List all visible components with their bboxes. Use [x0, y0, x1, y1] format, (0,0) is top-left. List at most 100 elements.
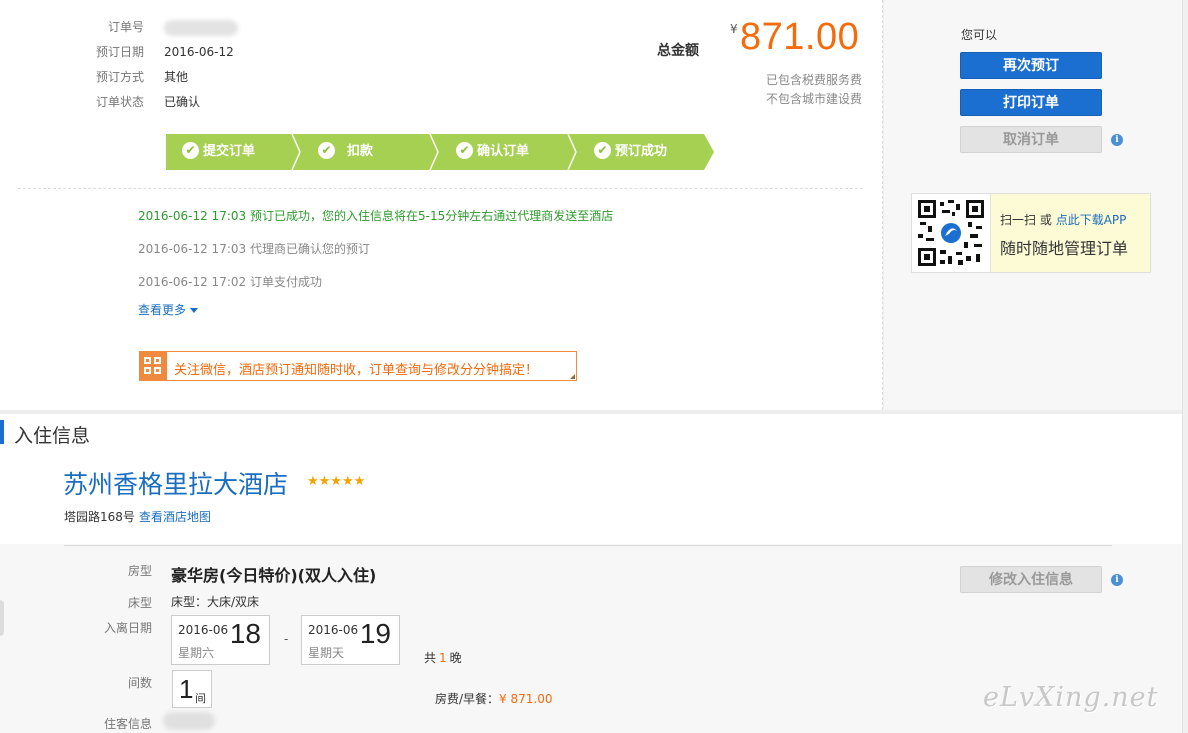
progress-step-submit: ✔ 提交订单 — [166, 134, 296, 170]
wechat-follow-text: 关注微信，酒店预订通知随时收，订单查询与修改分分钟搞定！ — [174, 363, 539, 378]
wechat-qr-icon — [140, 352, 167, 380]
divider — [18, 188, 863, 189]
hotel-address: 塔园路168号 查看酒店地图 — [64, 508, 211, 525]
log-text: 代理商已确认您的预订 — [250, 242, 371, 256]
stay-dates-label: 入离日期 — [103, 621, 152, 635]
rooms-unit: 间 — [195, 692, 206, 705]
city-fee-note: 不包含城市建设费 — [765, 92, 862, 106]
total-amount-label: 总金额 — [657, 43, 699, 59]
view-map-link[interactable]: 查看酒店地图 — [139, 510, 211, 524]
wechat-follow-banner[interactable]: 关注微信，酒店预订通知随时收，订单查询与修改分分钟搞定！ — [139, 351, 577, 381]
room-fee: 房费/早餐：¥ 871.00 — [435, 690, 553, 707]
nights-suffix: 晚 — [449, 651, 462, 665]
cancel-order-button[interactable]: 取消订单 — [960, 126, 1102, 153]
or-text: 或 — [1039, 213, 1052, 227]
check-icon: ✔ — [456, 142, 473, 159]
order-progress-bar: ✔ 提交订单 ✔ 扣款 ✔ 确认订单 ✔ 预订成功 — [166, 134, 714, 170]
app-download-promo: 扫一扫 或 点此下载APP 随时随地管理订单 — [911, 193, 1151, 273]
booking-date-value: 2016-06-12 — [164, 45, 234, 59]
order-status-value: 已确认 — [164, 95, 201, 109]
download-app-link[interactable]: 点此下载APP — [1056, 213, 1127, 227]
modify-checkin-button[interactable]: 修改入住信息 — [960, 566, 1102, 593]
divider — [64, 545, 1112, 546]
resize-corner-icon — [570, 374, 575, 379]
fee-amount: 871.00 — [510, 692, 553, 706]
date-separator: - — [284, 632, 289, 646]
nights-number: 1 — [439, 651, 447, 665]
progress-step-label: 预订成功 — [615, 144, 668, 159]
progress-step-label: 确认订单 — [477, 144, 530, 159]
log-time: 2016-06-12 17:03 — [138, 242, 247, 256]
bed-type-value: 床型：大床/双床 — [171, 595, 260, 609]
checkin-day: 18 — [229, 618, 261, 649]
app-download-line: 扫一扫 或 点此下载APP — [1000, 211, 1126, 228]
log-time: 2016-06-12 17:03 — [138, 209, 247, 223]
log-text: 预订已成功，您的入住信息将在5-15分钟左右通过代理商发送至酒店 — [250, 209, 614, 223]
tax-included-note: 已包含税费服务费 — [765, 73, 862, 87]
section-accent-bar — [0, 420, 4, 444]
page-scrollbar[interactable] — [1182, 0, 1188, 733]
hotel-star-rating: ★★★★★ — [307, 474, 366, 489]
progress-step-confirm: ✔ 确认订单 — [434, 134, 572, 170]
order-status-label: 订单状态 — [95, 95, 144, 109]
info-icon[interactable]: i — [1111, 574, 1123, 586]
scan-text: 扫一扫 — [1000, 213, 1037, 227]
site-watermark: eLvXing.net — [983, 682, 1159, 713]
log-time: 2016-06-12 17:02 — [138, 275, 247, 289]
order-number-label: 订单号 — [107, 20, 144, 34]
hotel-name-link[interactable]: 苏州香格里拉大酒店 — [63, 465, 288, 501]
booking-method-value: 其他 — [164, 70, 189, 84]
room-type-label: 房型 — [127, 564, 152, 578]
bed-type-label: 床型 — [127, 596, 152, 610]
check-icon: ✔ — [182, 142, 199, 159]
progress-step-payment: ✔ 扣款 — [296, 134, 434, 170]
checkout-year-month: 2016-06 — [308, 623, 359, 637]
total-currency-symbol: ¥ — [730, 22, 738, 36]
checkout-date-box: 2016-06 星期天 19 — [301, 615, 400, 665]
progress-separator — [429, 134, 439, 170]
info-icon[interactable]: i — [1111, 134, 1123, 146]
fee-label: 房费/早餐： — [435, 692, 500, 706]
nights-prefix: 共 — [424, 651, 437, 665]
checkout-day: 19 — [359, 618, 391, 649]
log-text: 订单支付成功 — [250, 275, 323, 289]
print-order-button[interactable]: 打印订单 — [960, 89, 1102, 116]
guest-info-redacted — [163, 712, 215, 730]
qr-code-icon — [918, 200, 984, 266]
caret-down-icon — [190, 308, 199, 313]
room-type-value: 豪华房(今日特价)(双人入住) — [171, 566, 377, 585]
rooms-count: 1 — [179, 674, 194, 704]
checkin-year-month: 2016-06 — [178, 623, 229, 637]
progress-step-success: ✔ 预订成功 — [572, 134, 704, 170]
fee-currency: ¥ — [499, 692, 507, 706]
qr-code — [912, 194, 991, 272]
order-log-item: 2016-06-12 17:03 代理商已确认您的预订 — [138, 240, 370, 257]
app-slogan: 随时随地管理订单 — [1000, 239, 1129, 258]
rooms-label: 间数 — [127, 676, 152, 690]
progress-step-label: 提交订单 — [203, 144, 256, 159]
checkout-weekday: 星期天 — [308, 646, 345, 660]
progress-separator — [567, 134, 577, 170]
progress-arrow-tip — [704, 134, 714, 170]
booking-date-label: 预订日期 — [95, 45, 144, 59]
view-more-link[interactable]: 查看更多 — [138, 301, 199, 318]
check-icon: ✔ — [594, 142, 611, 159]
rebook-button[interactable]: 再次预订 — [960, 52, 1102, 79]
section-title: 入住信息 — [14, 425, 91, 447]
guest-info-label: 住客信息 — [103, 717, 152, 731]
total-amount: 871.00 — [740, 16, 860, 58]
you-can-label: 您可以 — [961, 28, 998, 42]
order-number-redacted — [164, 19, 238, 36]
progress-separator — [291, 134, 301, 170]
side-handle — [0, 600, 4, 636]
checkin-weekday: 星期六 — [178, 646, 215, 660]
checkin-date-box: 2016-06 星期六 18 — [171, 615, 270, 665]
section-header: 入住信息 — [0, 414, 1182, 450]
booking-method-label: 预订方式 — [95, 70, 144, 84]
address-text: 塔园路168号 — [64, 510, 135, 524]
check-icon: ✔ — [318, 142, 335, 159]
order-number-value — [164, 17, 238, 37]
view-more-label: 查看更多 — [138, 303, 187, 317]
order-log-item: 2016-06-12 17:03 预订已成功，您的入住信息将在5-15分钟左右通过… — [138, 207, 613, 224]
rooms-count-box: 1 间 — [172, 670, 212, 708]
